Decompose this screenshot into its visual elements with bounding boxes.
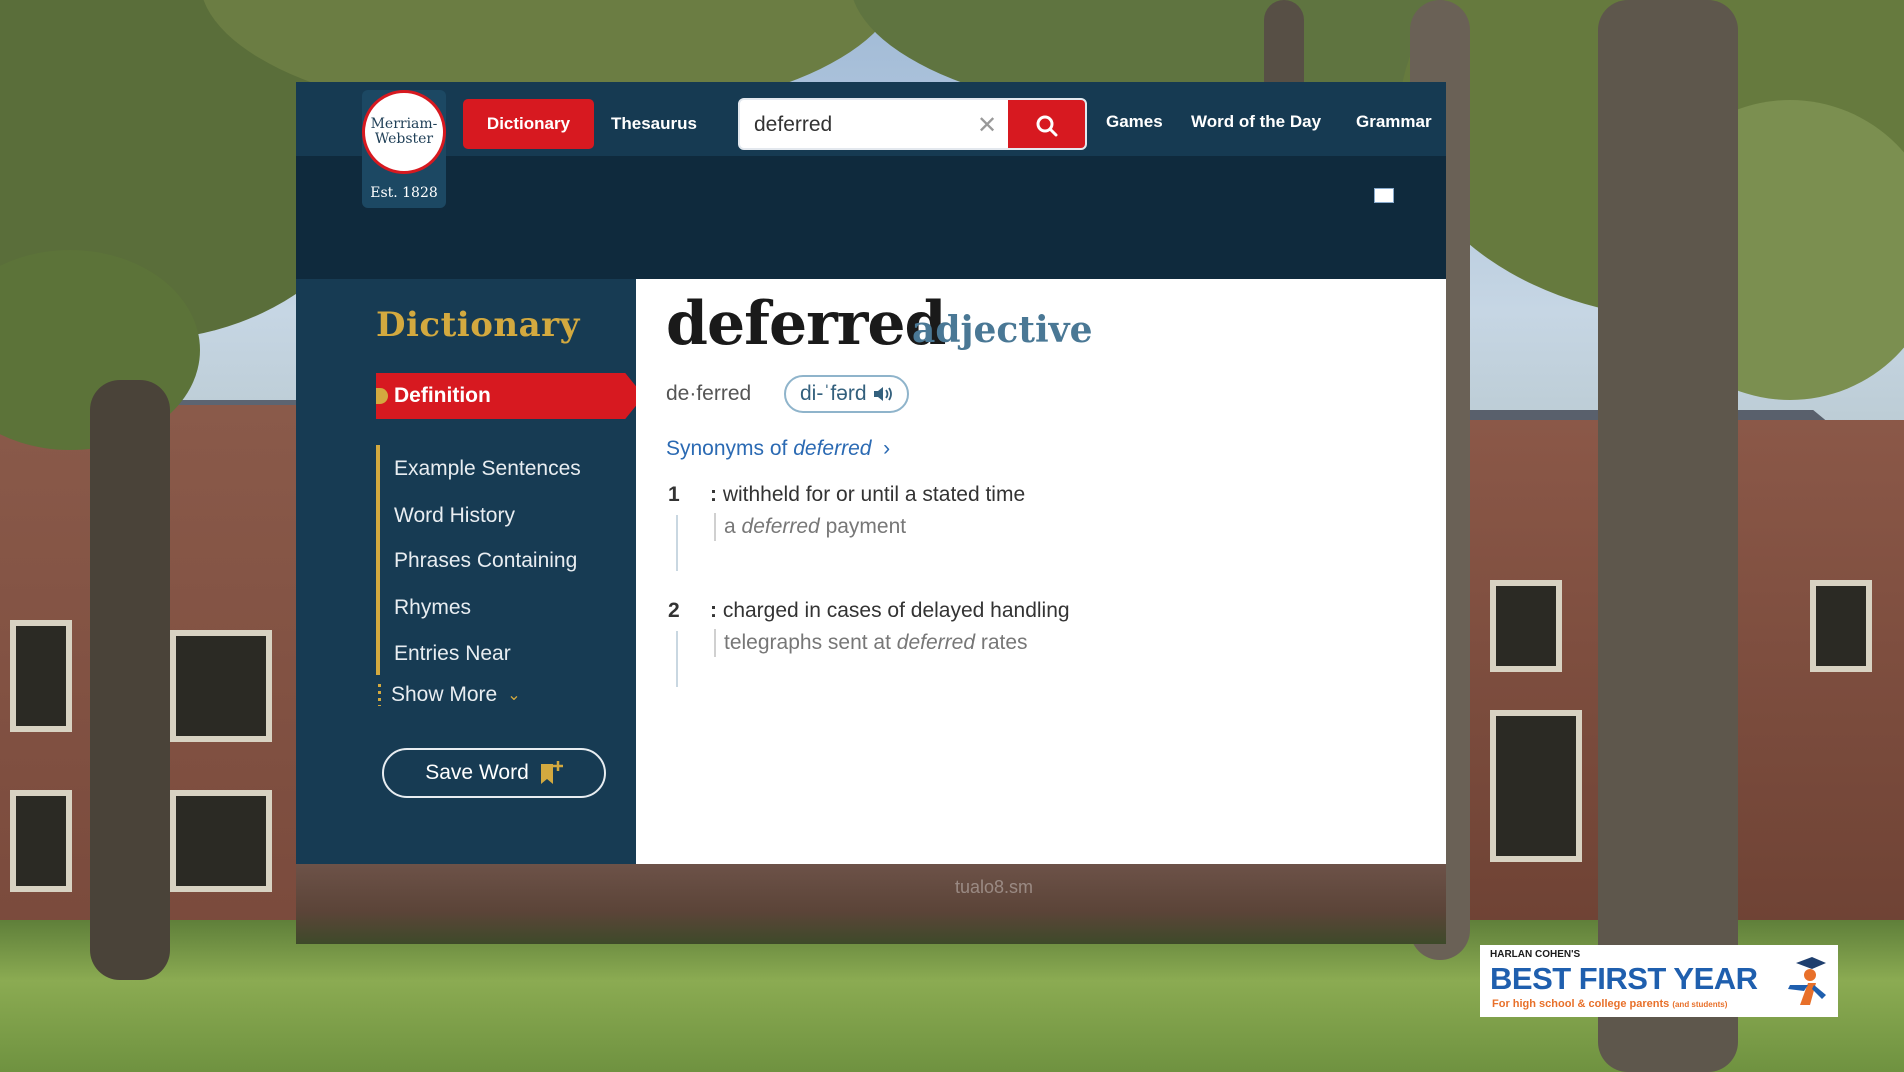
search-icon (1036, 115, 1057, 137)
example-word: deferred (741, 515, 820, 538)
sidebar-item-rhymes[interactable]: Rhymes (394, 596, 471, 620)
search-input[interactable] (754, 108, 964, 142)
sidebar-rail (376, 445, 380, 675)
example-after: rates (975, 631, 1028, 654)
bookmark-plus-icon (540, 761, 563, 784)
header: Merriam- Webster Est. 1828 Dictionary Th… (296, 82, 1446, 279)
example-before: a (724, 515, 742, 538)
save-word-button[interactable]: Save Word (382, 748, 606, 798)
sense-definition-text: charged in cases of delayed handling (722, 599, 1070, 622)
example-before: telegraphs sent at (724, 631, 897, 654)
logo-wordmark: Merriam- Webster (371, 117, 438, 147)
sidebar-item-phrases-containing[interactable]: Phrases Containing (394, 549, 577, 573)
logo-subtitle-main: For high school & college parents (1492, 998, 1670, 1010)
pronunciation-text: di-ˈfərd (800, 382, 867, 405)
logo-line-2: Webster (374, 131, 434, 147)
sense-example: telegraphs sent at deferred rates (724, 631, 1028, 655)
logo-line-1: Merriam- (370, 116, 438, 132)
clear-search-icon[interactable]: ✕ (972, 108, 1002, 142)
search-box: ✕ (738, 98, 1087, 150)
sense-example: a deferred payment (724, 515, 906, 539)
sidebar-item-entries-near[interactable]: Entries Near (394, 642, 511, 666)
example-bar (714, 513, 716, 541)
part-of-speech: adjective (912, 309, 1093, 351)
ad-choices-icon[interactable] (1374, 188, 1394, 203)
nav-link-games[interactable]: Games (1106, 112, 1163, 132)
chevron-right-icon: › (877, 437, 891, 460)
sense-definition-text: withheld for or until a stated time (722, 483, 1026, 506)
example-after: payment (819, 515, 907, 538)
merriam-webster-logo[interactable]: Merriam- Webster Est. 1828 (362, 90, 446, 208)
example-word: deferred (896, 631, 975, 654)
pronunciation-button[interactable]: di-ˈfərd (784, 375, 909, 413)
watermark: tualo8.sm (955, 877, 1034, 897)
sense-number: 2 (668, 599, 680, 622)
sidebar: Dictionary Definition Example Sentences … (296, 279, 644, 864)
dots-icon (378, 684, 381, 706)
sidebar-title: Dictionary (376, 305, 580, 345)
show-more-label: Show More (391, 683, 498, 706)
sense-divider (676, 515, 678, 571)
sense-divider (676, 631, 678, 687)
logo-kicker: HARLAN COHEN'S (1490, 949, 1581, 960)
entry-content: deferred adjective de·ferred di-ˈfərd Sy… (636, 279, 1446, 864)
sense-definition: : charged in cases of delayed handling (710, 599, 1070, 623)
sidebar-item-word-history[interactable]: Word History (394, 504, 515, 528)
sense-definition: : withheld for or until a stated time (710, 483, 1025, 507)
headword: deferred (666, 289, 946, 359)
definition-colon: : (710, 483, 723, 506)
chevron-down-icon: ⌄ (507, 687, 521, 704)
dictionary-page: Merriam- Webster Est. 1828 Dictionary Th… (296, 82, 1446, 864)
synonyms-word: deferred (793, 437, 872, 460)
tab-dictionary[interactable]: Dictionary (463, 99, 594, 149)
logo-seal: Merriam- Webster (362, 90, 446, 174)
graduate-figure-icon (1788, 957, 1826, 1005)
best-first-year-logo: HARLAN COHEN'S BEST FIRST YEAR For high … (1480, 945, 1838, 1017)
sidebar-item-example-sentences[interactable]: Example Sentences (394, 457, 581, 481)
speaker-icon (873, 387, 892, 401)
tab-thesaurus[interactable]: Thesaurus (599, 99, 709, 149)
logo-established: Est. 1828 (370, 185, 438, 201)
logo-title: BEST FIRST YEAR (1490, 961, 1758, 996)
example-bar (714, 629, 716, 657)
logo-subtitle: For high school & college parents (and s… (1492, 998, 1727, 1010)
syllables: de·ferred (666, 382, 752, 405)
sidebar-item-label: Definition (394, 384, 491, 407)
sense-number: 1 (668, 483, 680, 506)
synonyms-prefix: Synonyms of (666, 437, 794, 460)
save-word-label: Save Word (425, 761, 529, 784)
sidebar-item-definition[interactable]: Definition (376, 373, 644, 419)
nav-link-grammar[interactable]: Grammar (1356, 112, 1432, 132)
nav-link-word-of-the-day[interactable]: Word of the Day (1191, 112, 1321, 132)
definition-colon: : (710, 599, 723, 622)
active-indicator (376, 388, 388, 404)
show-more-button[interactable]: Show More ⌄ (378, 683, 521, 707)
synonyms-link[interactable]: Synonyms of deferred › (666, 437, 890, 461)
search-button[interactable] (1008, 100, 1085, 148)
logo-subtitle-small: (and students) (1672, 1000, 1728, 1009)
